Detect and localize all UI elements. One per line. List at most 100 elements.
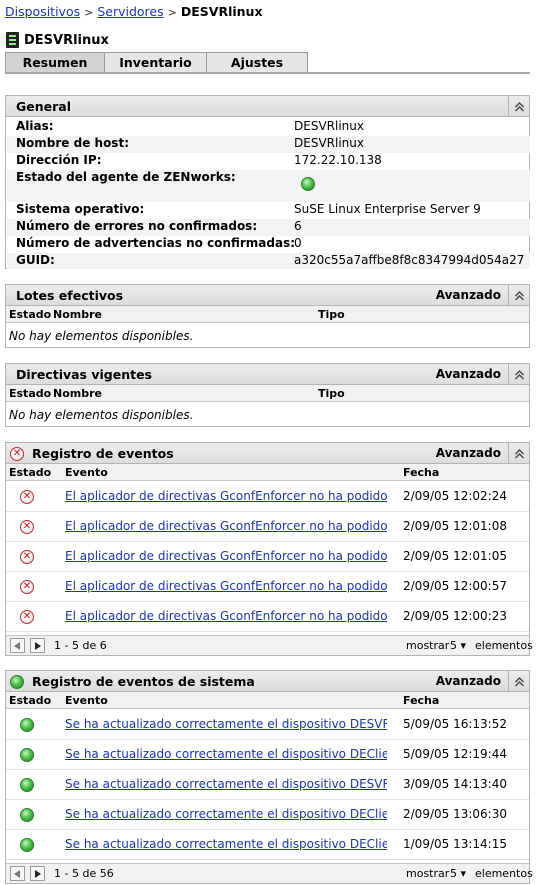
error-icon: ✕ (20, 610, 34, 624)
ok-status-icon (20, 838, 34, 852)
pager: 1 - 5 de 56 mostrar 5 ▾ elementos (6, 863, 533, 883)
page-size-select[interactable]: 5 ▾ (450, 639, 466, 652)
event-date: 3/09/05 14:13:40 (403, 777, 507, 791)
column-nombre[interactable]: Nombre (53, 308, 102, 321)
tab-resumen[interactable]: Resumen (5, 52, 105, 73)
pager: 1 - 5 de 6 mostrar 5 ▾ elementos (6, 635, 533, 655)
tab-underline (5, 72, 530, 74)
tab-inventario[interactable]: Inventario (105, 52, 207, 73)
collapse-button[interactable] (508, 671, 529, 691)
double-chevron-up-icon (514, 676, 524, 686)
page-range: 1 - 5 de 6 (54, 639, 107, 652)
collapse-button[interactable] (508, 285, 529, 305)
chevron-right-icon: > (167, 6, 177, 19)
column-fecha[interactable]: Fecha (403, 466, 439, 479)
column-estado[interactable]: Estado (9, 308, 51, 321)
collapse-button[interactable] (508, 96, 529, 116)
next-page-button[interactable] (30, 866, 45, 881)
column-tipo[interactable]: Tipo (318, 387, 345, 400)
event-link[interactable]: Se ha actualizado correctamente el dispo… (65, 777, 387, 791)
event-link[interactable]: El aplicador de directivas GconfEnforcer… (65, 579, 387, 593)
items-label: elementos (475, 867, 533, 880)
event-date: 5/09/05 16:13:52 (403, 717, 507, 731)
event-link[interactable]: Se ha actualizado correctamente el dispo… (65, 717, 387, 731)
general-panel-title: General (16, 99, 71, 114)
lotes-panel: Lotes efectivos Avanzado Estado Nombre T… (5, 284, 530, 348)
event-date: 2/09/05 12:00:57 (403, 579, 507, 593)
column-nombre[interactable]: Nombre (53, 387, 102, 400)
advanced-link[interactable]: Avanzado (436, 367, 501, 381)
event-link[interactable]: El aplicador de directivas GconfEnforcer… (65, 609, 387, 623)
event-date: 2/09/05 12:02:24 (403, 489, 507, 503)
show-label: mostrar (406, 639, 450, 652)
tab-bar: Resumen Inventario Ajustes (5, 52, 308, 73)
device-name: DESVRlinux (24, 32, 109, 48)
chevron-down-icon: ▾ (460, 639, 467, 652)
advanced-link[interactable]: Avanzado (436, 446, 501, 460)
field-value-warnings: 0 (294, 236, 302, 250)
page-size-select[interactable]: 5 ▾ (450, 867, 466, 880)
column-tipo[interactable]: Tipo (318, 308, 345, 321)
column-estado[interactable]: Estado (9, 694, 51, 707)
tab-ajustes[interactable]: Ajustes (207, 52, 308, 73)
field-label-os: Sistema operativo: (16, 202, 145, 216)
column-estado[interactable]: Estado (9, 466, 51, 479)
error-icon: ✕ (20, 490, 34, 504)
event-link[interactable]: El aplicador de directivas GconfEnforcer… (65, 489, 387, 503)
general-panel: General Alias: DESVRlinux Nombre de host… (5, 95, 530, 269)
column-estado[interactable]: Estado (9, 387, 51, 400)
table-row: Se ha actualizado correctamente el dispo… (6, 740, 529, 770)
column-fecha[interactable]: Fecha (403, 694, 439, 707)
collapse-button[interactable] (508, 443, 529, 463)
event-date: 2/09/05 12:01:05 (403, 549, 507, 563)
event-date: 2/09/05 13:06:30 (403, 807, 507, 821)
table-row: Se ha actualizado correctamente el dispo… (6, 710, 529, 740)
table-row: ✕ El aplicador de directivas GconfEnforc… (6, 572, 529, 602)
triangle-left-icon (14, 869, 20, 878)
field-label-warnings: Número de advertencias no confirmadas: (16, 236, 296, 250)
advanced-link[interactable]: Avanzado (436, 288, 501, 302)
ok-status-icon (10, 675, 24, 689)
page-range: 1 - 5 de 56 (54, 867, 114, 880)
prev-page-button[interactable] (10, 638, 25, 653)
event-date: 2/09/05 12:00:23 (403, 609, 507, 623)
sistema-panel: Registro de eventos de sistema Avanzado … (5, 670, 533, 884)
double-chevron-up-icon (514, 448, 524, 458)
column-evento[interactable]: Evento (65, 694, 108, 707)
breadcrumb: Dispositivos > Servidores > DESVRlinux (5, 4, 263, 19)
breadcrumb-current: DESVRlinux (180, 4, 263, 19)
ok-status-icon (20, 718, 34, 732)
triangle-left-icon (14, 641, 20, 650)
directivas-panel: Directivas vigentes Avanzado Estado Nomb… (5, 363, 530, 427)
triangle-right-icon (35, 641, 41, 650)
event-link[interactable]: El aplicador de directivas GconfEnforcer… (65, 519, 387, 533)
lotes-panel-title: Lotes efectivos (16, 288, 124, 303)
advanced-link[interactable]: Avanzado (436, 674, 501, 688)
show-label: mostrar (406, 867, 450, 880)
column-evento[interactable]: Evento (65, 466, 108, 479)
table-row: Se ha actualizado correctamente el dispo… (6, 770, 529, 800)
table-header: Estado Evento Fecha (6, 464, 529, 481)
event-link[interactable]: Se ha actualizado correctamente el dispo… (65, 807, 387, 821)
general-panel-header: General (6, 96, 529, 117)
prev-page-button[interactable] (10, 866, 25, 881)
event-link[interactable]: Se ha actualizado correctamente el dispo… (65, 837, 387, 851)
event-link[interactable]: El aplicador de directivas GconfEnforcer… (65, 549, 387, 563)
field-value-guid: a320c55a7affbe8f8c8347994d054a27 (294, 253, 525, 267)
ok-status-icon (20, 808, 34, 822)
table-row: ✕ El aplicador de directivas GconfEnforc… (6, 602, 529, 632)
next-page-button[interactable] (30, 638, 45, 653)
event-date: 2/09/05 12:01:08 (403, 519, 507, 533)
collapse-button[interactable] (508, 364, 529, 384)
event-link[interactable]: Se ha actualizado correctamente el dispo… (65, 747, 387, 761)
double-chevron-up-icon (514, 369, 524, 379)
eventos-panel-header: ✕ Registro de eventos Avanzado (6, 443, 529, 464)
error-icon: ✕ (20, 550, 34, 564)
breadcrumb-servidores-link[interactable]: Servidores (97, 4, 163, 19)
event-date: 5/09/05 12:19:44 (403, 747, 507, 761)
field-value-errors: 6 (294, 219, 302, 233)
ok-status-icon (20, 748, 34, 762)
breadcrumb-dispositivos-link[interactable]: Dispositivos (5, 4, 80, 19)
table-header: Estado Evento Fecha (6, 692, 529, 709)
field-label-agent-status: Estado del agente de ZENworks: (16, 170, 236, 184)
